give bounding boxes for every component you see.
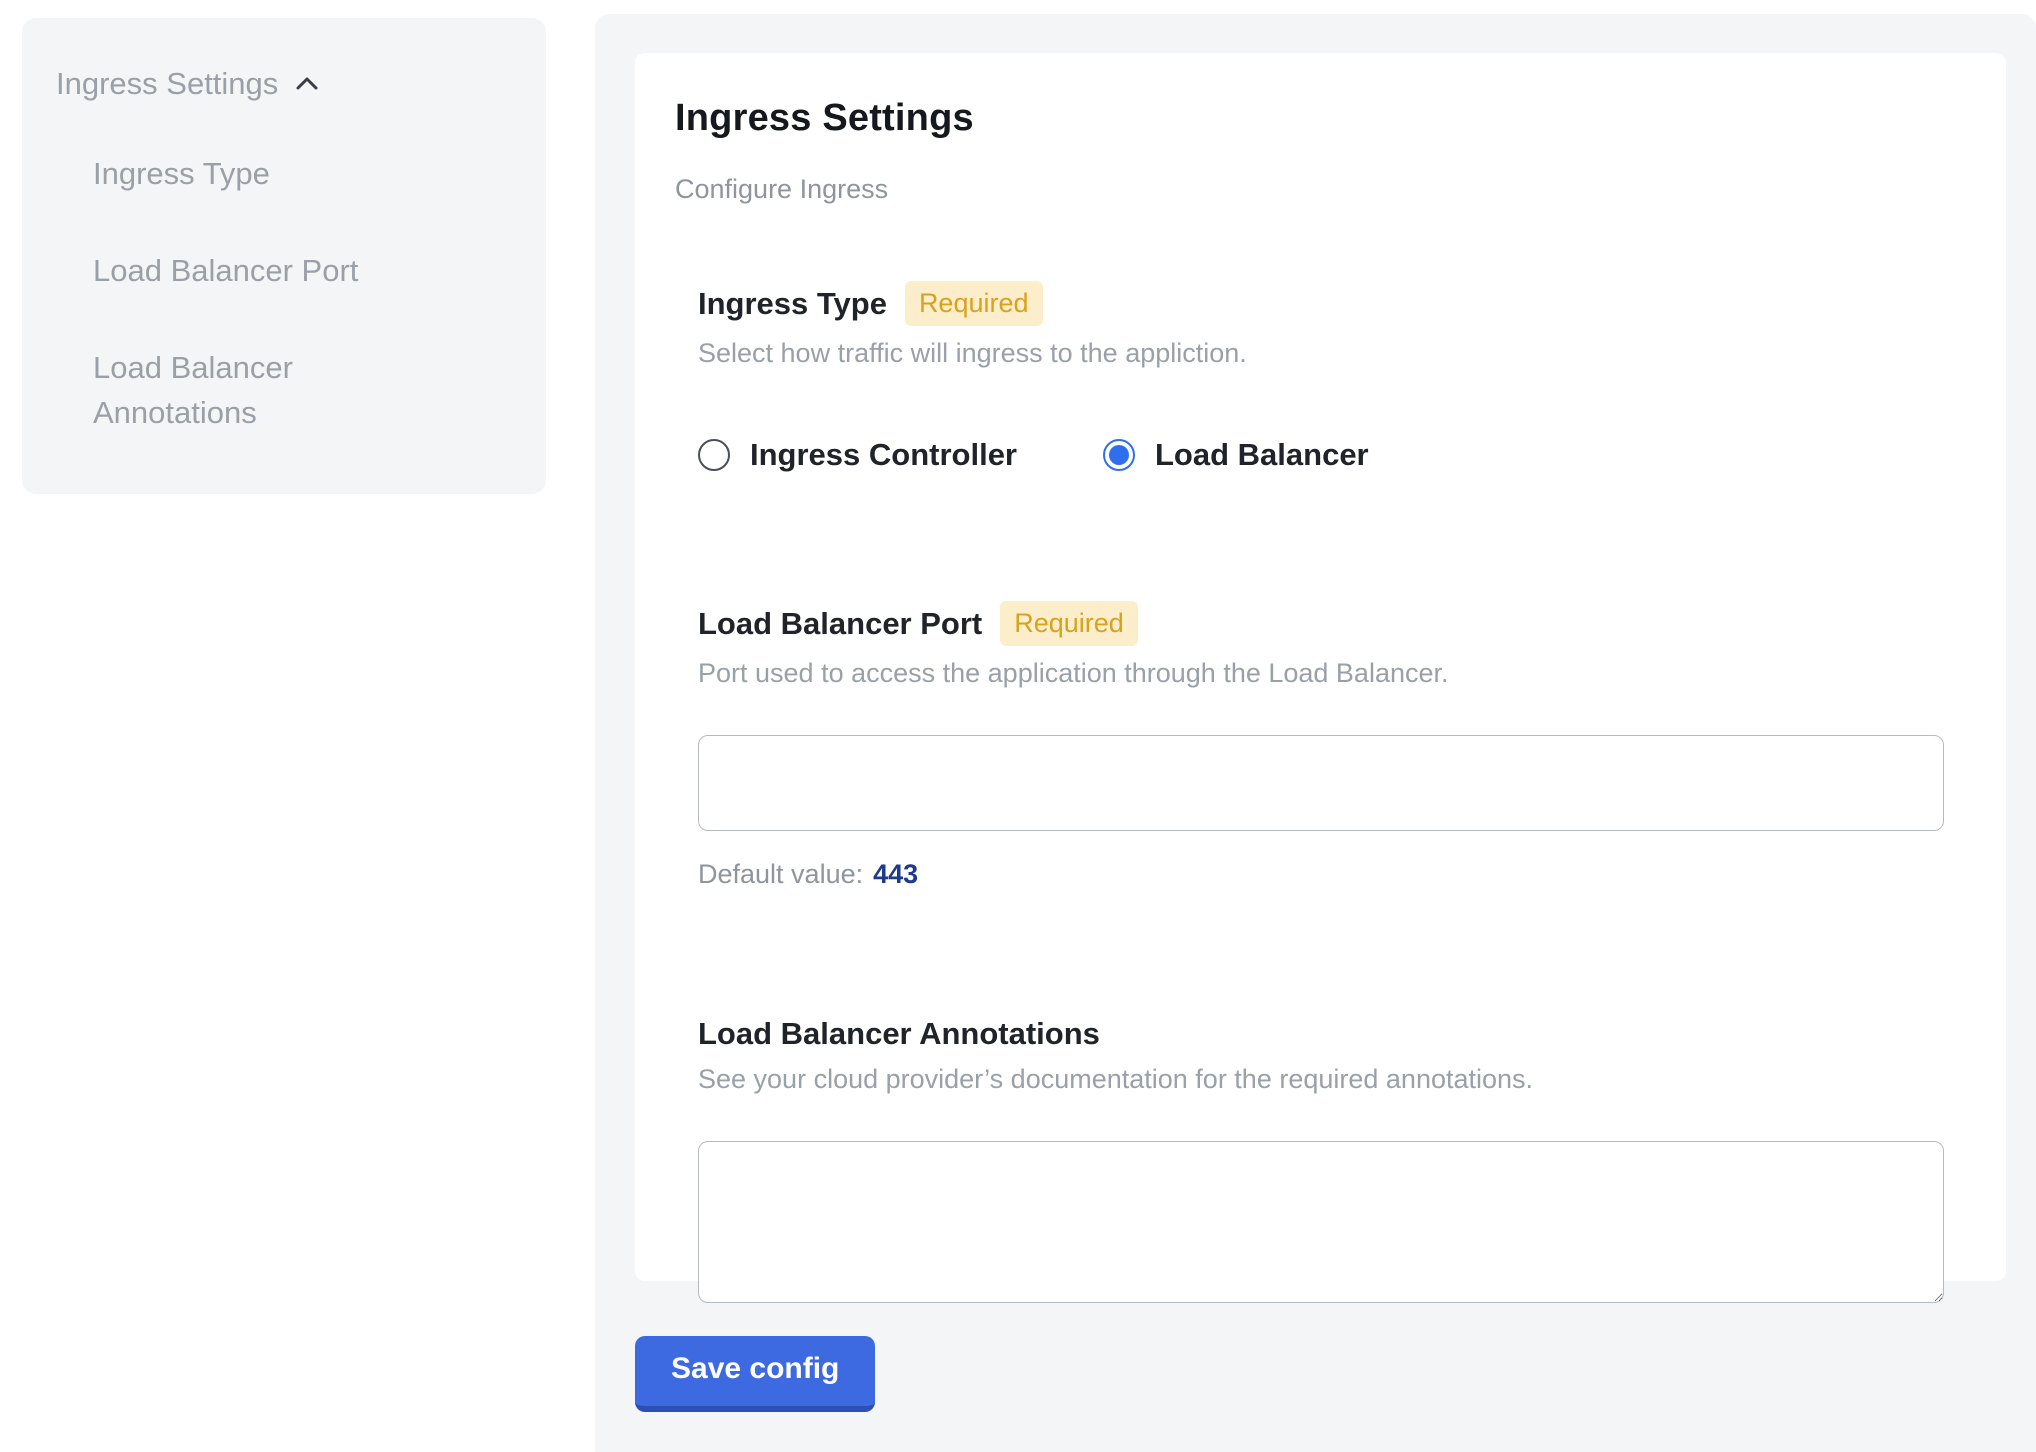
lb-annotations-description: See your cloud provider’s documentation … <box>698 1064 1943 1095</box>
load-balancer-port-input[interactable] <box>698 735 1944 831</box>
ingress-settings-card: Ingress Settings Configure Ingress Ingre… <box>635 53 2006 1281</box>
load-balancer-annotations-textarea[interactable] <box>698 1141 1944 1303</box>
save-config-button[interactable]: Save config <box>635 1336 875 1412</box>
required-badge: Required <box>905 281 1043 326</box>
sidebar-item-load-balancer-port[interactable]: Load Balancer Port <box>93 249 407 294</box>
sidebar-item-load-balancer-annotations[interactable]: Load Balancer Annotations <box>93 346 407 436</box>
required-badge: Required <box>1000 601 1138 646</box>
radio-load-balancer[interactable] <box>1103 439 1135 471</box>
sidebar-section-label: Ingress Settings <box>56 66 278 102</box>
field-load-balancer-port: Load Balancer Port Required Port used to… <box>698 601 1943 890</box>
sidebar-section-ingress-settings[interactable]: Ingress Settings <box>56 66 506 102</box>
chevron-up-icon <box>292 69 322 99</box>
radio-option-ingress-controller[interactable]: Ingress Controller <box>698 437 1017 473</box>
radio-label-load-balancer: Load Balancer <box>1155 437 1369 473</box>
ingress-type-radio-group: Ingress Controller Load Balancer <box>698 437 1943 473</box>
radio-ingress-controller[interactable] <box>698 439 730 471</box>
field-ingress-type: Ingress Type Required Select how traffic… <box>698 281 1943 473</box>
sidebar-item-list: Ingress Type Load Balancer Port Load Bal… <box>56 152 506 436</box>
radio-label-ingress-controller: Ingress Controller <box>750 437 1017 473</box>
field-load-balancer-annotations: Load Balancer Annotations See your cloud… <box>698 1016 1943 1303</box>
lb-annotations-label: Load Balancer Annotations <box>698 1016 1100 1052</box>
sidebar-item-ingress-type[interactable]: Ingress Type <box>93 152 407 197</box>
lb-port-description: Port used to access the application thro… <box>698 658 1943 689</box>
page-title: Ingress Settings <box>675 97 1966 140</box>
lb-port-label: Load Balancer Port <box>698 606 982 642</box>
radio-option-load-balancer[interactable]: Load Balancer <box>1103 437 1369 473</box>
main-panel: Ingress Settings Configure Ingress Ingre… <box>595 14 2036 1452</box>
default-value: 443 <box>873 859 918 889</box>
ingress-type-description: Select how traffic will ingress to the a… <box>698 338 1943 369</box>
default-value-label: Default value: <box>698 859 863 889</box>
default-value-line: Default value: 443 <box>698 859 1943 890</box>
settings-sidebar: Ingress Settings Ingress Type Load Balan… <box>22 18 546 494</box>
ingress-type-label: Ingress Type <box>698 286 887 322</box>
page-subtitle: Configure Ingress <box>675 174 1966 205</box>
